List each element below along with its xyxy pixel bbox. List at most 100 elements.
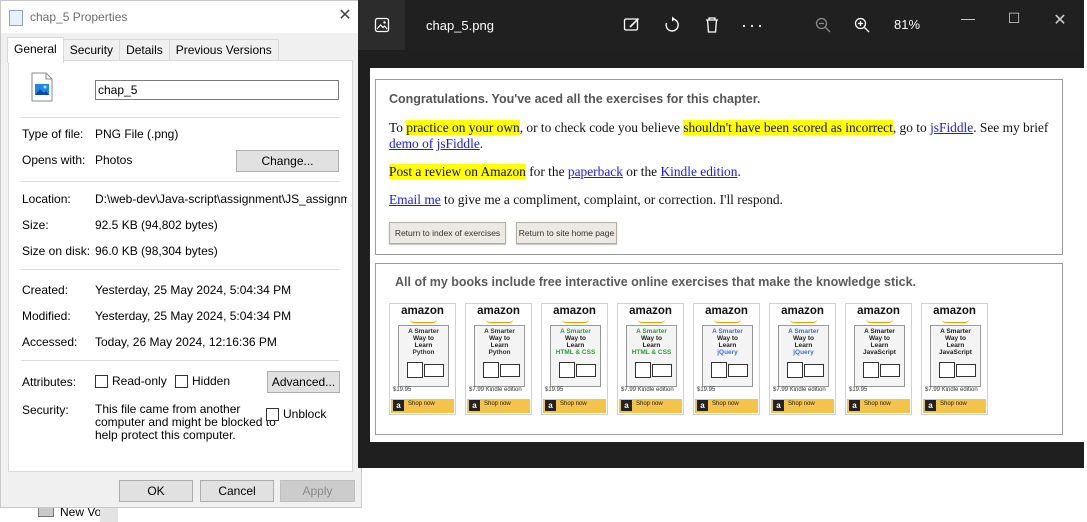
book-title-line: A Smarter bbox=[636, 328, 667, 335]
viewer-file-name: chap_5.png bbox=[426, 18, 494, 33]
device-icon bbox=[863, 362, 879, 378]
edit-image-icon[interactable] bbox=[620, 13, 644, 37]
book-ad: amazon A Smarter Way to Learn JavaScript $19.… bbox=[845, 303, 912, 415]
title-bar: chap_5 Properties ✕ bbox=[1, 1, 361, 33]
book-title-line: Way to bbox=[564, 335, 587, 342]
close-icon[interactable]: ✕ bbox=[335, 6, 355, 26]
book-title-line: Way to bbox=[792, 335, 815, 342]
book-ad: amazon A Smarter Way to Learn Python $19.95 a S… bbox=[389, 303, 456, 415]
shop-now-button: a Shop now bbox=[923, 399, 986, 413]
return-home-button: Return to site home page bbox=[516, 222, 617, 244]
gallery-button[interactable] bbox=[358, 0, 405, 50]
amazon-smile-icon bbox=[410, 319, 437, 323]
minimize-icon[interactable]: — bbox=[958, 10, 978, 26]
amazon-smile-icon bbox=[942, 319, 969, 323]
book-title: A Smarter Way to Learn Python bbox=[399, 328, 448, 356]
file-name-input[interactable]: chap_5 bbox=[95, 80, 339, 100]
type-label: Type of file: bbox=[22, 127, 84, 141]
congrats-heading: Congratulations. You've aced all the exe… bbox=[389, 92, 761, 106]
book-title-line: Way to bbox=[944, 335, 967, 342]
highlight-review: Post a review on Amazon bbox=[389, 164, 526, 179]
photos-viewer-window: chap_5.png ··· 81% — ☐ ✕ Congratulations… bbox=[358, 0, 1084, 468]
close-window-icon[interactable]: ✕ bbox=[1050, 10, 1070, 30]
amazon-smile-icon bbox=[486, 319, 513, 323]
text: . bbox=[479, 136, 484, 151]
tab-security[interactable]: Security bbox=[62, 39, 121, 61]
book-cover: A Smarter Way to Learn HTML & CSS bbox=[550, 325, 601, 387]
hidden-checkbox[interactable]: Hidden bbox=[175, 374, 230, 388]
book-title-line: A Smarter bbox=[408, 328, 439, 335]
amazon-a-icon: a bbox=[773, 400, 784, 411]
drive-icon bbox=[38, 507, 54, 517]
email-link: Email me bbox=[389, 192, 441, 207]
maximize-icon[interactable]: ☐ bbox=[1004, 10, 1024, 27]
size-on-disk-label: Size on disk: bbox=[22, 244, 91, 258]
books-panel: All of my books include free interactive… bbox=[375, 263, 1063, 435]
checkbox-box[interactable] bbox=[95, 374, 108, 388]
zoom-out-icon[interactable] bbox=[811, 13, 835, 37]
device-icon bbox=[559, 362, 575, 378]
laptop-icon bbox=[956, 364, 976, 377]
more-options-icon[interactable]: ··· bbox=[741, 13, 765, 37]
separator bbox=[21, 181, 339, 182]
book-title: A Smarter Way to Learn jQuery bbox=[779, 328, 828, 356]
rotate-icon[interactable] bbox=[660, 13, 684, 37]
book-title-line: Way to bbox=[412, 335, 435, 342]
security-message: This file came from another computer and… bbox=[95, 403, 276, 442]
location-value: D:\web-dev\Java-script\assignment\JS_ass… bbox=[95, 192, 347, 206]
laptop-icon bbox=[576, 364, 596, 377]
apply-button[interactable]: Apply bbox=[280, 480, 355, 502]
zoom-level[interactable]: 81% bbox=[894, 17, 920, 32]
shop-now-button: a Shop now bbox=[619, 399, 682, 413]
tab-details[interactable]: Details bbox=[119, 39, 170, 61]
book-title-line: Learn bbox=[718, 342, 737, 349]
type-value: PNG File (.png) bbox=[95, 127, 179, 141]
amazon-logo: amazon bbox=[401, 305, 444, 317]
ok-button[interactable]: OK bbox=[119, 480, 193, 502]
attributes-label: Attributes: bbox=[22, 375, 77, 389]
book-cover: A Smarter Way to Learn jQuery bbox=[778, 325, 829, 387]
book-ad: amazon A Smarter Way to Learn Python $7.99 Ki… bbox=[465, 303, 532, 415]
book-title: A Smarter Way to Learn HTML & CSS bbox=[627, 328, 676, 356]
dialog-title: chap_5 Properties bbox=[30, 10, 128, 24]
shop-now-button: a Shop now bbox=[771, 399, 834, 413]
book-cover: A Smarter Way to Learn JavaScript bbox=[854, 325, 905, 387]
return-index-button: Return to index of exercises bbox=[389, 222, 506, 244]
book-title-line: Learn bbox=[794, 342, 813, 349]
readonly-checkbox[interactable]: Read-only bbox=[95, 374, 167, 388]
delete-icon[interactable] bbox=[700, 13, 724, 37]
amazon-logo: amazon bbox=[553, 305, 596, 317]
book-title-line: HTML & CSS bbox=[631, 349, 672, 356]
checkbox-box[interactable] bbox=[266, 407, 279, 421]
location-label: Location: bbox=[22, 192, 71, 206]
book-cover: A Smarter Way to Learn JavaScript bbox=[930, 325, 981, 387]
advanced-button[interactable]: Advanced... bbox=[267, 371, 340, 393]
book-title-line: Learn bbox=[642, 342, 661, 349]
book-price: $7.99 Kindle edition bbox=[773, 387, 826, 393]
security-label: Security: bbox=[22, 403, 69, 417]
laptop-icon bbox=[424, 364, 444, 377]
shop-now-label: Shop now bbox=[940, 401, 967, 407]
unblock-checkbox[interactable]: Unblock bbox=[266, 407, 326, 421]
book-cover: A Smarter Way to Learn HTML & CSS bbox=[626, 325, 677, 387]
shop-now-label: Shop now bbox=[864, 401, 891, 407]
email-paragraph: Email me to give me a compliment, compla… bbox=[389, 192, 1049, 208]
cancel-button[interactable]: Cancel bbox=[200, 480, 274, 502]
tab-strip: General Security Details Previous Versio… bbox=[7, 37, 279, 63]
shop-now-label: Shop now bbox=[560, 401, 587, 407]
properties-dialog: chap_5 Properties ✕ General Security Det… bbox=[0, 0, 362, 508]
zoom-in-icon[interactable] bbox=[850, 13, 874, 37]
laptop-icon bbox=[804, 364, 824, 377]
text: , or to check code you believe bbox=[519, 120, 684, 135]
book-title-line: A Smarter bbox=[560, 328, 591, 335]
created-value: Yesterday, 25 May 2024, 5:04:34 PM bbox=[95, 283, 292, 297]
highlight-practice: practice on your own bbox=[406, 120, 520, 135]
tab-general[interactable]: General bbox=[7, 37, 64, 63]
modified-label: Modified: bbox=[22, 309, 71, 323]
change-button[interactable]: Change... bbox=[236, 150, 339, 172]
amazon-smile-icon bbox=[638, 319, 665, 323]
tab-previous-versions[interactable]: Previous Versions bbox=[168, 39, 279, 61]
modified-value: Yesterday, 25 May 2024, 5:04:34 PM bbox=[95, 309, 292, 323]
file-icon bbox=[9, 10, 23, 26]
checkbox-box[interactable] bbox=[175, 374, 188, 388]
